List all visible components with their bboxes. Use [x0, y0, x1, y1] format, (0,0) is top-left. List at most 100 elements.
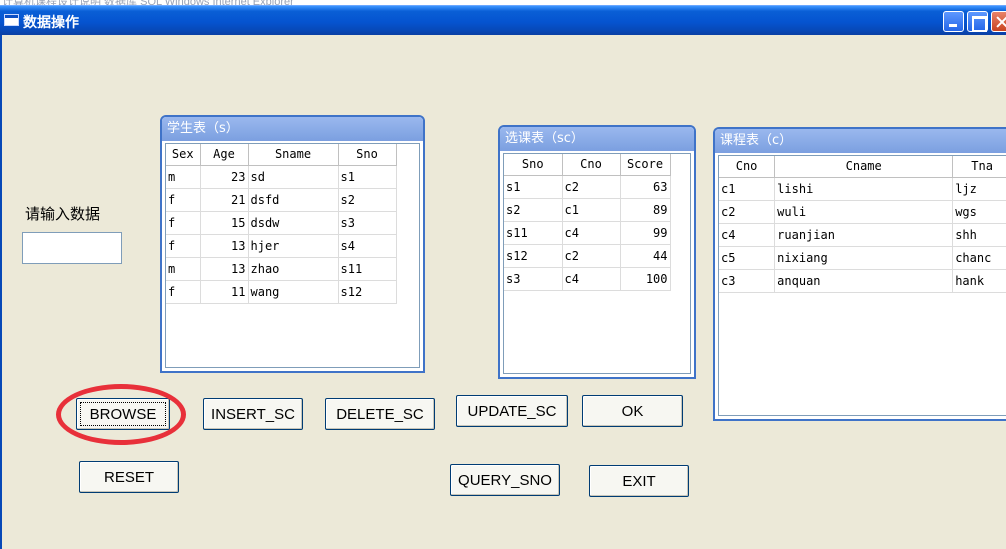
student-table-cell[interactable]: m	[166, 257, 201, 281]
insert-sc-button[interactable]: INSERT_SC	[203, 398, 303, 430]
student-table-cell[interactable]: f	[166, 188, 201, 212]
sc-table-cell[interactable]: c1	[562, 198, 621, 222]
course-table-cell[interactable]: ljz	[952, 177, 1006, 201]
student-table-cell[interactable]: wang	[248, 280, 339, 304]
sc-table-row[interactable]: s3 c4 100	[504, 267, 671, 291]
course-table-cell[interactable]: c5	[719, 246, 776, 270]
sc-table-cell[interactable]: c2	[562, 175, 621, 199]
sc-table-cell[interactable]: c4	[562, 221, 621, 245]
course-table-row[interactable]: c1 lishi ljz	[719, 177, 1006, 201]
course-table-cell[interactable]: anquan	[774, 269, 954, 293]
student-table-cell[interactable]: hjer	[248, 234, 339, 258]
student-table-row[interactable]: f 11 wang s12	[166, 280, 397, 304]
student-table-cell[interactable]: dsdw	[248, 211, 339, 235]
student-column-header[interactable]: Sname	[248, 144, 339, 166]
sc-table-cell[interactable]: s1	[504, 175, 563, 199]
delete-sc-button[interactable]: DELETE_SC	[325, 398, 435, 430]
student-table-cell[interactable]: 11	[200, 280, 249, 304]
sc-table-cell[interactable]: 44	[620, 244, 671, 268]
course-table-cell[interactable]: c4	[719, 223, 776, 247]
reset-button[interactable]: RESET	[79, 461, 179, 493]
course-table-row[interactable]: c4 ruanjian shh	[719, 223, 1006, 247]
exit-button[interactable]: EXIT	[589, 465, 689, 497]
student-table-cell[interactable]: 15	[200, 211, 249, 235]
sc-column-header[interactable]: Cno	[562, 154, 621, 176]
sc-table-row[interactable]: s2 c1 89	[504, 198, 671, 222]
student-table-cell[interactable]: zhao	[248, 257, 339, 281]
window-titlebar[interactable]: 数据操作	[0, 5, 1006, 35]
course-table: Cno Cname Tna c1 lishi ljz c2 wuli wgs c4 ruanjia…	[719, 156, 1006, 293]
course-table-panel: 课程表（c） Cno Cname Tna c1 lishi ljz c2 wuli wgs c4…	[713, 127, 1006, 421]
student-table-cell[interactable]: s12	[338, 280, 397, 304]
course-column-header[interactable]: Cname	[774, 156, 954, 178]
student-table-cell[interactable]: s3	[338, 211, 397, 235]
sc-table-cell[interactable]: s12	[504, 244, 563, 268]
student-table-cell[interactable]: f	[166, 234, 201, 258]
student-table-row[interactable]: m 23 sd s1	[166, 165, 397, 189]
sc-table-cell[interactable]: 100	[620, 267, 671, 291]
student-table-cell[interactable]: m	[166, 165, 201, 189]
student-table-cell[interactable]: 13	[200, 257, 249, 281]
course-table-cell[interactable]: ruanjian	[774, 223, 954, 247]
sc-table-cell[interactable]: 99	[620, 221, 671, 245]
student-table-cell[interactable]: sd	[248, 165, 339, 189]
course-table-row[interactable]: c2 wuli wgs	[719, 200, 1006, 224]
student-table-cell[interactable]: s1	[338, 165, 397, 189]
course-table-cell[interactable]: c1	[719, 177, 776, 201]
course-table-cell[interactable]: shh	[952, 223, 1006, 247]
course-table-cell[interactable]: hank	[952, 269, 1006, 293]
course-table-row[interactable]: c5 nixiang chanc	[719, 246, 1006, 270]
student-table-cell[interactable]: f	[166, 280, 201, 304]
student-column-header[interactable]: Sno	[338, 144, 397, 166]
sc-column-header[interactable]: Sno	[504, 154, 563, 176]
student-table-title: 学生表（s）	[162, 117, 423, 141]
student-table-cell[interactable]: s11	[338, 257, 397, 281]
student-table-cell[interactable]: 13	[200, 234, 249, 258]
sc-table-row[interactable]: s12 c2 44	[504, 244, 671, 268]
student-table-cell[interactable]: dsfd	[248, 188, 339, 212]
sc-column-header[interactable]: Score	[620, 154, 671, 176]
sc-table-cell[interactable]: 63	[620, 175, 671, 199]
student-table-cell[interactable]: s4	[338, 234, 397, 258]
course-table-body[interactable]: Cno Cname Tna c1 lishi ljz c2 wuli wgs c4 ruanjia…	[718, 155, 1006, 416]
sc-table-cell[interactable]: c4	[562, 267, 621, 291]
update-sc-button[interactable]: UPDATE_SC	[456, 395, 568, 427]
sc-table-row[interactable]: s11 c4 99	[504, 221, 671, 245]
student-column-header[interactable]: Sex	[166, 144, 201, 166]
course-table-cell[interactable]: c2	[719, 200, 776, 224]
sc-table-cell[interactable]: s2	[504, 198, 563, 222]
course-table-cell[interactable]: nixiang	[774, 246, 954, 270]
course-table-cell[interactable]: wgs	[952, 200, 1006, 224]
data-input[interactable]	[22, 232, 122, 264]
sc-table-body[interactable]: Sno Cno Score s1 c2 63 s2 c1 89 s11 c4 99 s12 c2 44 s3…	[503, 153, 691, 374]
close-icon[interactable]	[991, 11, 1006, 32]
course-table-cell[interactable]: c3	[719, 269, 776, 293]
sc-table-cell[interactable]: 89	[620, 198, 671, 222]
course-table-cell[interactable]: chanc	[952, 246, 1006, 270]
student-column-header[interactable]: Age	[200, 144, 249, 166]
ok-button[interactable]: OK	[582, 395, 683, 427]
student-table-cell[interactable]: f	[166, 211, 201, 235]
student-table-row[interactable]: f 13 hjer s4	[166, 234, 397, 258]
sc-table-cell[interactable]: c2	[562, 244, 621, 268]
course-table-cell[interactable]: lishi	[774, 177, 954, 201]
sc-table-panel: 选课表（sc） Sno Cno Score s1 c2 63 s2 c1 89 s11 c4 99 s…	[498, 125, 696, 379]
student-table-cell[interactable]: 23	[200, 165, 249, 189]
student-table-row[interactable]: m 13 zhao s11	[166, 257, 397, 281]
student-table-cell[interactable]: s2	[338, 188, 397, 212]
sc-table-cell[interactable]: s3	[504, 267, 563, 291]
query-sno-button[interactable]: QUERY_SNO	[450, 464, 560, 496]
minimize-icon[interactable]	[943, 11, 964, 32]
student-table-row[interactable]: f 15 dsdw s3	[166, 211, 397, 235]
student-table-cell[interactable]: 21	[200, 188, 249, 212]
sc-table-cell[interactable]: s11	[504, 221, 563, 245]
course-table-row[interactable]: c3 anquan hank	[719, 269, 1006, 293]
sc-table-row[interactable]: s1 c2 63	[504, 175, 671, 199]
reset-button-label: RESET	[103, 468, 154, 486]
course-column-header[interactable]: Tna	[952, 156, 1006, 178]
student-table-row[interactable]: f 21 dsfd s2	[166, 188, 397, 212]
maximize-icon[interactable]	[967, 11, 988, 32]
student-table-body[interactable]: Sex Age Sname Sno m 23 sd s1 f 21 dsfd s2 f 15 dsdw s3…	[165, 143, 420, 368]
course-column-header[interactable]: Cno	[719, 156, 776, 178]
course-table-cell[interactable]: wuli	[774, 200, 954, 224]
